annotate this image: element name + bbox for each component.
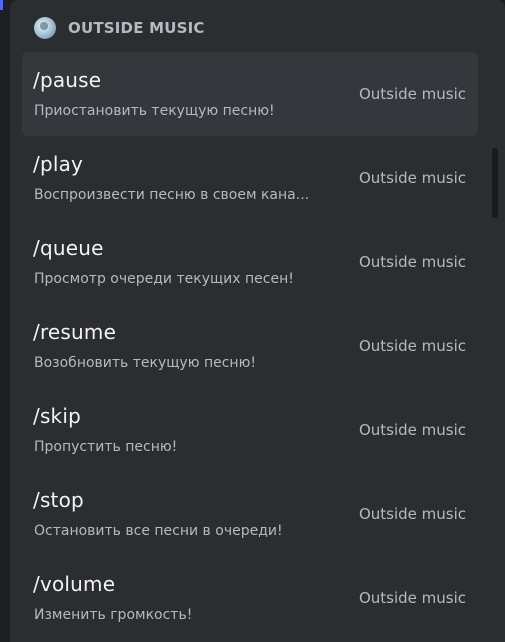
command-description: Пропустить песню! [34,439,178,455]
command-source: Outside music [358,85,466,103]
command-list: /pause Приостановить текущую песню! Outs… [22,52,478,640]
command-description: Остановить все песни в очереди! [34,523,283,539]
command-source: Outside music [358,589,466,607]
command-name: /volume [33,572,116,596]
command-description: Изменить громкость! [34,607,193,623]
unread-indicator [0,0,3,10]
command-group-title: OUTSIDE MUSIC [68,19,205,37]
command-source: Outside music [358,421,466,439]
command-group-header: OUTSIDE MUSIC [34,16,205,40]
command-item-resume[interactable]: /resume Возобновить текущую песню! Outsi… [22,304,478,388]
command-name: /stop [33,488,84,512]
scrollbar-thumb[interactable] [492,148,498,218]
command-source: Outside music [358,337,466,355]
command-description: Возобновить текущую песню! [34,355,256,371]
command-source: Outside music [358,253,466,271]
command-description: Приостановить текущую песню! [34,103,275,119]
command-item-stop[interactable]: /stop Остановить все песни в очереди! Ou… [22,472,478,556]
command-item-play[interactable]: /play Воспроизвести песню в своем кана..… [22,136,478,220]
command-item-volume[interactable]: /volume Изменить громкость! Outside musi… [22,556,478,640]
command-source: Outside music [358,169,466,187]
command-name: /pause [33,68,102,92]
command-item-pause[interactable]: /pause Приостановить текущую песню! Outs… [22,52,478,136]
command-name: /skip [33,404,81,428]
scrollbar[interactable] [492,148,498,632]
bot-avatar-icon [34,17,56,39]
command-item-queue[interactable]: /queue Просмотр очереди текущих песен! O… [22,220,478,304]
command-description: Воспроизвести песню в своем кана... [34,187,310,203]
command-name: /play [33,152,84,176]
command-source: Outside music [358,505,466,523]
command-item-skip[interactable]: /skip Пропустить песню! Outside music [22,388,478,472]
command-name: /queue [33,236,104,260]
app-left-edge [0,0,10,642]
command-description: Просмотр очереди текущих песен! [34,271,294,287]
command-autocomplete-popup: OUTSIDE MUSIC /pause Приостановить текущ… [10,0,505,642]
command-name: /resume [33,320,117,344]
